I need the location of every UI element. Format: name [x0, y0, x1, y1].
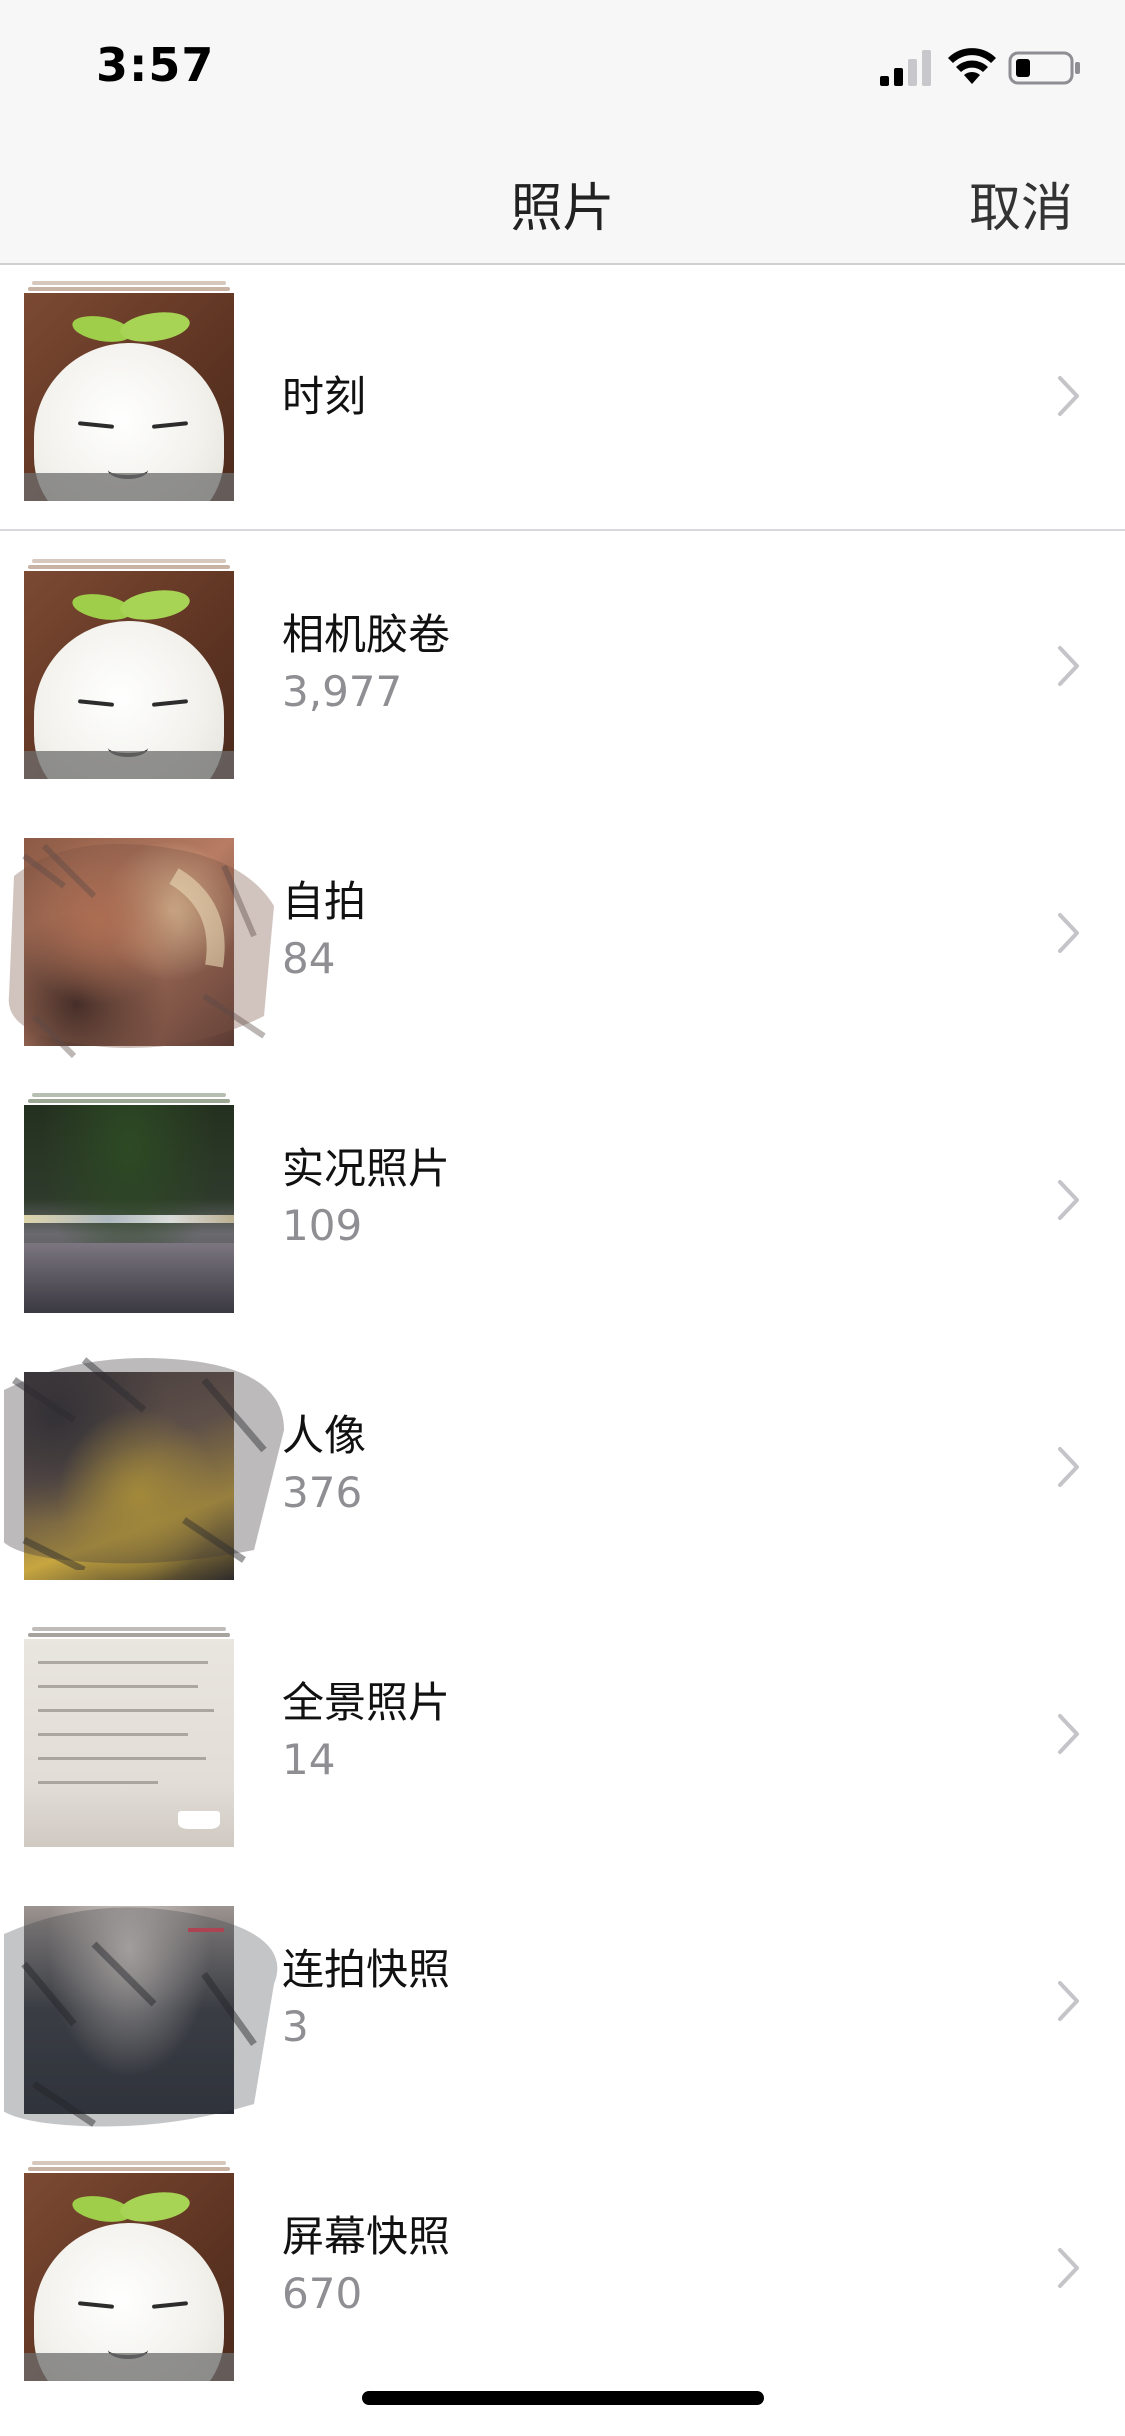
moments-thumbnail [24, 281, 234, 501]
album-name: 相机胶卷 [282, 610, 451, 659]
signal-icon [880, 50, 931, 86]
album-thumbnail [24, 1093, 234, 1313]
album-thumbnail [4, 1357, 284, 1580]
album-name: 自拍 [282, 877, 367, 926]
album-name: 连拍快照 [282, 1945, 451, 1994]
album-row-selfies[interactable]: 自拍 84 [0, 798, 1125, 1065]
album-thumbnail [24, 1627, 234, 1847]
album-count: 3,977 [282, 667, 403, 716]
panorama-badge-icon [178, 1811, 220, 1829]
album-count: 3 [282, 2002, 309, 2051]
album-row-camera-roll[interactable]: 相机胶卷 3,977 [0, 531, 1125, 798]
moments-label: 时刻 [282, 372, 367, 421]
album-thumbnail [4, 1894, 278, 2127]
album-row-bursts[interactable]: 连拍快照 3 [0, 1866, 1125, 2133]
album-name: 实况照片 [282, 1144, 451, 1193]
album-thumbnail [24, 2161, 234, 2381]
album-row-screenshots[interactable]: 屏幕快照 670 [0, 2133, 1125, 2400]
chevron-right-icon [1058, 2248, 1079, 2288]
album-list: 时刻 相机胶卷 3,977 自拍 84 实况照片 109 人像 376 全景照片… [0, 265, 1125, 2400]
battery-icon [1008, 51, 1080, 85]
chevron-right-icon [1058, 1714, 1079, 1754]
album-row-live-photos[interactable]: 实况照片 109 [0, 1065, 1125, 1332]
cancel-button[interactable]: 取消 [969, 166, 1073, 241]
album-count: 670 [282, 2269, 363, 2318]
status-time: 3:57 [96, 38, 215, 92]
album-count: 14 [282, 1735, 336, 1784]
album-row-panoramas[interactable]: 全景照片 14 [0, 1599, 1125, 1866]
wifi-icon [948, 48, 996, 84]
album-thumbnail [24, 559, 234, 779]
chevron-right-icon [1058, 1981, 1079, 2021]
album-thumbnail [8, 826, 274, 1059]
home-indicator[interactable] [362, 2391, 764, 2405]
chevron-right-icon [1058, 913, 1079, 953]
navigation-bar: 照片 取消 [0, 132, 1125, 265]
album-count: 109 [282, 1201, 363, 1250]
album-name: 全景照片 [282, 1678, 451, 1727]
album-count: 376 [282, 1468, 363, 1517]
chevron-right-icon [1058, 1180, 1079, 1220]
status-bar: 3:57 [0, 0, 1125, 132]
album-row-portrait[interactable]: 人像 376 [0, 1332, 1125, 1599]
chevron-right-icon [1058, 646, 1079, 686]
page-title: 照片 [510, 179, 615, 239]
album-name: 屏幕快照 [282, 2212, 451, 2261]
chevron-right-icon [1058, 376, 1079, 416]
chevron-right-icon [1058, 1447, 1079, 1487]
album-count: 84 [282, 934, 336, 983]
photo-picker-screen: 3:57 照片 取消 时刻 相机胶卷 3,977 自拍 84 实况照片 109 … [0, 0, 1125, 2436]
moments-row[interactable]: 时刻 [0, 265, 1125, 531]
album-name: 人像 [282, 1411, 367, 1460]
